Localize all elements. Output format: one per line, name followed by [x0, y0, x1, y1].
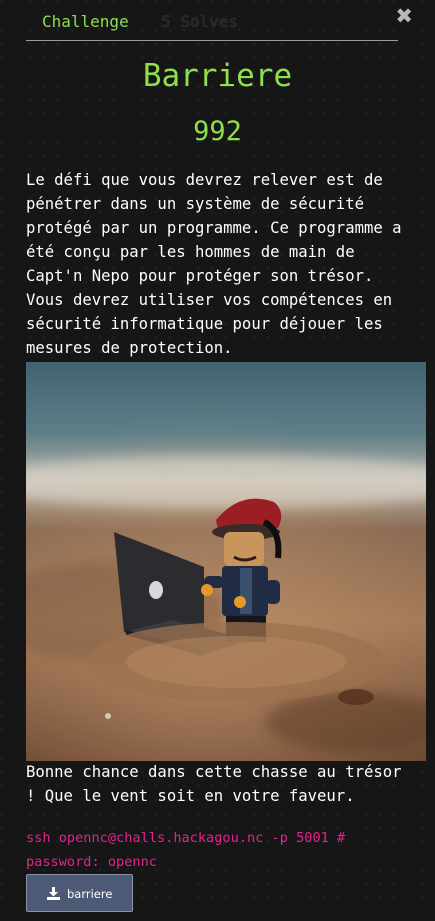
challenge-image: [26, 362, 426, 761]
download-label: barriere: [67, 887, 113, 901]
download-icon: [47, 887, 60, 900]
close-icon[interactable]: ✖: [395, 5, 413, 27]
tab-solves[interactable]: 5 Solves: [161, 12, 238, 32]
tab-challenge[interactable]: Challenge: [42, 12, 129, 32]
challenge-tabs: Challenge 5 Solves: [26, 0, 398, 41]
challenge-description: Le défi que vous devrez relever est de p…: [26, 171, 402, 357]
download-button[interactable]: barriere: [26, 874, 133, 912]
challenge-title: Barriere: [142, 58, 293, 94]
connection-info: ssh opennc@challs.hackagou.nc -p 5001 # …: [26, 830, 346, 870]
challenge-points: 992: [193, 116, 242, 147]
challenge-outro: Bonne chance dans cette chasse au trésor…: [26, 763, 402, 805]
